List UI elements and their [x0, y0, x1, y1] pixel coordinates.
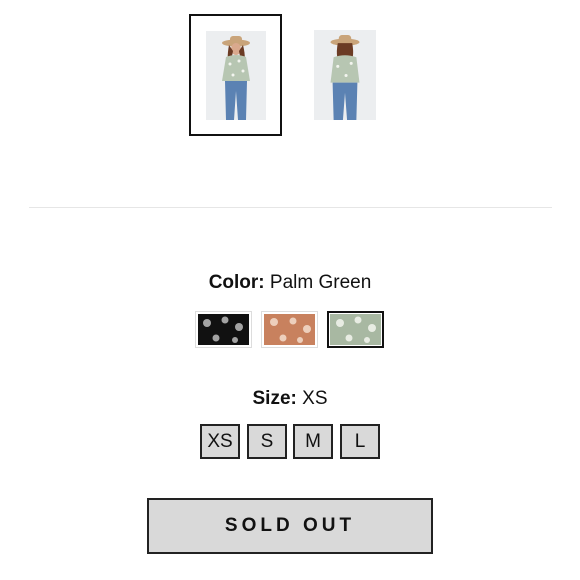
color-label: Color: [208, 272, 265, 293]
swatch-palm-green[interactable] [327, 311, 384, 348]
swatch-black[interactable] [195, 311, 252, 348]
model-photo-back [314, 30, 376, 120]
size-value: XS [302, 388, 328, 409]
thumbnail-front[interactable] [189, 14, 282, 136]
size-option-m[interactable]: M [293, 424, 333, 459]
model-photo-front [206, 31, 266, 120]
size-label: Size: [252, 388, 297, 409]
size-option-xs[interactable]: XS [200, 424, 240, 459]
section-divider [29, 207, 552, 208]
size-option-l[interactable]: L [340, 424, 380, 459]
swatch-rust-pattern [264, 314, 315, 345]
swatch-palm-green-pattern [330, 314, 381, 345]
color-value: Palm Green [269, 272, 372, 293]
size-option-s[interactable]: S [247, 424, 287, 459]
size-heading: Size: XS [0, 388, 580, 410]
sold-out-button[interactable]: SOLD OUT [147, 498, 433, 554]
swatch-rust[interactable] [261, 311, 318, 348]
thumbnail-back[interactable] [314, 30, 376, 120]
swatch-black-pattern [198, 314, 249, 345]
color-heading: Color: Palm Green [0, 272, 580, 294]
